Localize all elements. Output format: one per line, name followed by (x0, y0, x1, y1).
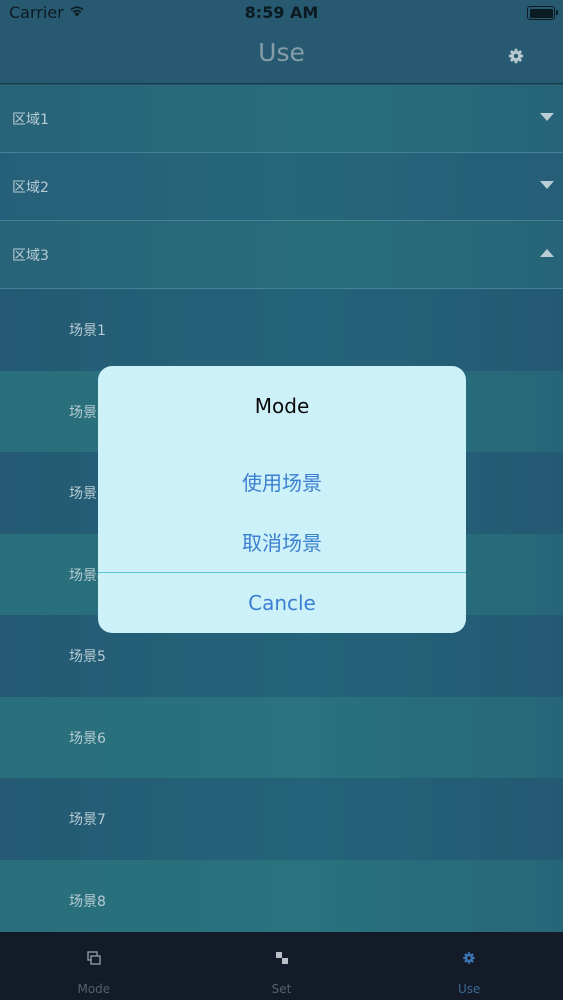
dialog-divider (98, 572, 466, 573)
dialog-title: Mode (254, 394, 310, 418)
cancel-button[interactable]: Cancle (98, 575, 466, 631)
use-scene-button[interactable]: 使用场景 (98, 455, 466, 511)
cancel-scene-button[interactable]: 取消场景 (98, 515, 466, 571)
app-screen: Carrier 8:59 AM Use 区域1 区域2 区域3 场景1 场景2 … (0, 0, 563, 1000)
mode-dialog: Mode 使用场景 取消场景 Cancle (98, 366, 466, 633)
